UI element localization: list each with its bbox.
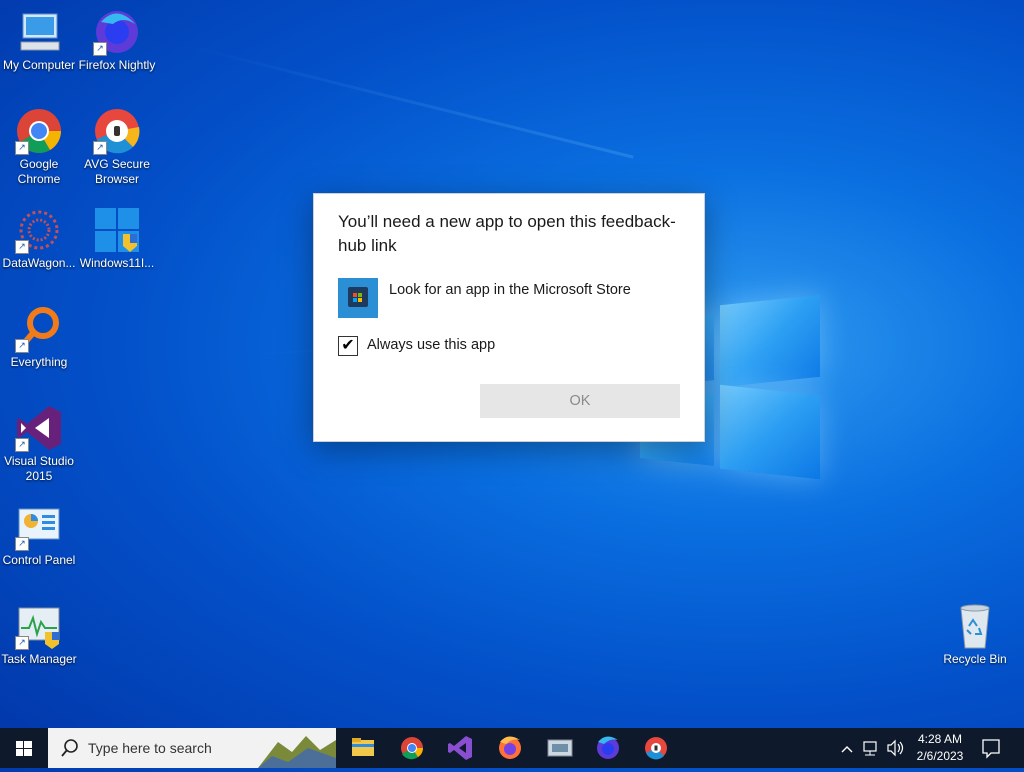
avg-browser-icon: ↗ bbox=[93, 107, 141, 155]
taskbar: Type here to search 4:28 AM 2/6/2023 bbox=[0, 728, 1024, 768]
datawagon-icon: ↗ bbox=[15, 206, 63, 254]
network-app-icon bbox=[547, 739, 573, 757]
desktop-icon-windows11[interactable]: Windows11I... bbox=[78, 206, 156, 271]
firefox-nightly-icon: ↗ bbox=[93, 8, 141, 56]
store-option[interactable]: Look for an app in the Microsoft Store bbox=[338, 278, 678, 318]
show-hidden-icons-chevron-icon[interactable] bbox=[841, 746, 853, 753]
desktop-icon-avg-secure-browser[interactable]: ↗ AVG Secure Browser bbox=[78, 107, 156, 187]
task-manager-icon: ↗ bbox=[15, 602, 63, 650]
taskbar-visual-studio[interactable] bbox=[436, 728, 484, 768]
taskbar-file-explorer[interactable] bbox=[338, 728, 386, 768]
recycle-bin-icon bbox=[951, 602, 999, 650]
control-panel-icon: ↗ bbox=[15, 503, 63, 551]
windows-logo-icon bbox=[16, 741, 32, 756]
firefox-icon bbox=[499, 736, 521, 759]
store-option-label: Look for an app in the Microsoft Store bbox=[389, 282, 631, 298]
clock-date: 2/6/2023 bbox=[916, 749, 964, 763]
everything-search-icon: ↗ bbox=[15, 305, 63, 353]
always-use-checkbox[interactable]: ✔ bbox=[338, 336, 358, 356]
desktop-icon-task-manager[interactable]: ↗ Task Manager bbox=[0, 602, 78, 667]
notification-icon bbox=[982, 739, 1000, 759]
taskbar-chrome[interactable] bbox=[388, 728, 436, 768]
taskbar-firefox-nightly[interactable] bbox=[584, 728, 632, 768]
desktop-icon-recycle-bin[interactable]: Recycle Bin bbox=[936, 602, 1014, 667]
search-icon bbox=[61, 739, 78, 757]
desktop-icon-firefox-nightly[interactable]: ↗ Firefox Nightly bbox=[78, 8, 156, 73]
desktop-icon-google-chrome[interactable]: ↗ Google Chrome bbox=[0, 107, 78, 187]
ok-button[interactable]: OK bbox=[480, 384, 680, 418]
network-icon[interactable] bbox=[863, 741, 877, 756]
clock-time: 4:28 AM bbox=[917, 732, 963, 746]
desktop-icon-visual-studio[interactable]: ↗ Visual Studio 2015 bbox=[0, 404, 78, 484]
desktop-icon-control-panel[interactable]: ↗ Control Panel bbox=[0, 503, 78, 568]
search-highlight-image bbox=[258, 736, 336, 768]
visual-studio-icon: ↗ bbox=[15, 404, 63, 452]
chrome-icon: ↗ bbox=[15, 107, 63, 155]
desktop-icon-my-computer[interactable]: My Computer bbox=[0, 8, 78, 73]
taskbar-avg-browser[interactable] bbox=[632, 728, 680, 768]
taskbar-search-box[interactable]: Type here to search bbox=[48, 728, 336, 768]
visual-studio-icon bbox=[448, 736, 472, 760]
avg-browser-icon bbox=[645, 737, 667, 760]
folder-icon bbox=[352, 738, 374, 756]
microsoft-store-icon bbox=[338, 278, 378, 318]
taskbar-firefox[interactable] bbox=[486, 728, 534, 768]
windows11-installer-icon bbox=[93, 206, 141, 254]
firefox-nightly-icon bbox=[597, 736, 619, 759]
computer-icon bbox=[15, 8, 63, 56]
volume-icon[interactable] bbox=[887, 739, 904, 757]
system-tray bbox=[836, 728, 910, 768]
search-placeholder: Type here to search bbox=[88, 740, 212, 756]
open-with-dialog: You’ll need a new app to open this feedb… bbox=[313, 193, 705, 442]
desktop-icon-datawagon[interactable]: ↗ DataWagon... bbox=[0, 206, 78, 271]
dialog-title: You’ll need a new app to open this feedb… bbox=[338, 212, 676, 255]
always-use-row[interactable]: ✔ Always use this app bbox=[338, 336, 638, 358]
clock[interactable]: 4:28 AM 2/6/2023 bbox=[912, 728, 968, 768]
taskbar-network-app[interactable] bbox=[536, 728, 584, 768]
always-use-label: Always use this app bbox=[367, 337, 496, 353]
start-button[interactable] bbox=[0, 728, 48, 768]
chrome-icon bbox=[401, 737, 423, 760]
action-center-button[interactable] bbox=[976, 728, 1006, 768]
desktop-icon-everything[interactable]: ↗ Everything bbox=[0, 305, 78, 370]
